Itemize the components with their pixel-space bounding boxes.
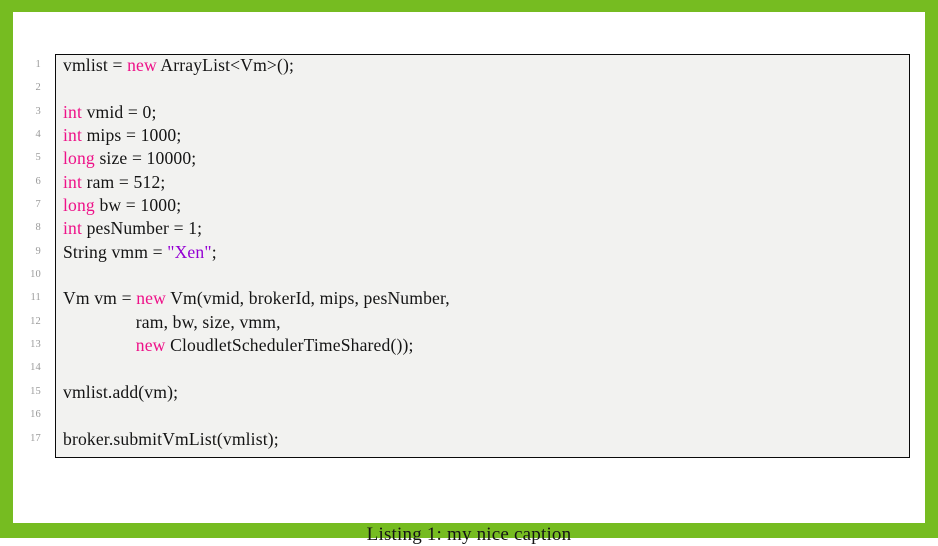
code-line: 4 int mips = 1000; — [0, 124, 938, 147]
code-keyword: new — [135, 335, 166, 356]
code-text: ArrayList<Vm>(); — [156, 55, 295, 75]
code-line-text: int ram = 512; — [63, 171, 165, 194]
code-text: broker.submitVmList(vmlist); — [63, 428, 279, 449]
document-canvas: 1 vmlist = new ArrayList<Vm>(); 2 3 int vmid… — [0, 0, 938, 545]
code-line: 15 vmlist.add(vm); — [0, 381, 938, 404]
code-text: CloudletSchedulerTimeShared()); — [165, 335, 414, 356]
code-line-text: ram, bw, size, vmm, — [63, 311, 281, 334]
code-line-text: broker.submitVmList(vmlist); — [63, 428, 279, 451]
code-text: mips = 1000; — [82, 125, 182, 146]
code-line-number: 14 — [30, 362, 41, 374]
code-line-number: 10 — [30, 269, 41, 281]
code-line-number: 7 — [35, 199, 41, 211]
code-keyword: int — [63, 101, 83, 122]
code-line: 11 Vm vm = new Vm(vmid, brokerId, mips, p… — [0, 287, 938, 310]
code-line-number: 11 — [30, 292, 41, 304]
code-line-number: 2 — [35, 82, 41, 94]
code-line-text: new CloudletSchedulerTimeShared()); — [63, 334, 414, 357]
code-line-text: int vmid = 0; — [63, 101, 157, 124]
code-line: 9 String vmm = "Xen"; — [0, 241, 938, 264]
code-line-text: long size = 10000; — [63, 147, 196, 170]
code-line-number: 17 — [30, 432, 41, 444]
code-keyword: int — [63, 171, 83, 192]
code-text: bw = 1000; — [94, 195, 182, 216]
code-line: 12 ram, bw, size, vmm, — [0, 311, 938, 334]
code-line-number: 12 — [30, 315, 41, 327]
code-text: ; — [211, 241, 217, 262]
code-keyword: new — [136, 288, 166, 309]
code-line: 13 new CloudletSchedulerTimeShared()); — [0, 334, 938, 357]
code-line: 14 — [0, 357, 938, 380]
listing-caption: Listing 1: my nice caption — [366, 524, 572, 545]
code-text: Vm(vmid, brokerId, mips, pesNumber, — [165, 288, 450, 309]
code-line-number: 1 — [35, 59, 41, 70]
code-line: 10 — [0, 264, 938, 287]
code-line-text: int pesNumber = 1; — [63, 217, 202, 240]
code-line-text: Vm vm = new Vm(vmid, brokerId, mips, pes… — [63, 287, 450, 310]
code-keyword: int — [63, 218, 83, 239]
code-text: pesNumber = 1; — [82, 218, 203, 239]
code-line-text: int mips = 1000; — [63, 124, 181, 147]
code-keyword: int — [63, 125, 83, 146]
code-line: 7 long bw = 1000; — [0, 194, 938, 217]
code-text: Vm vm = — [63, 288, 137, 309]
code-line: 3 int vmid = 0; — [0, 101, 938, 124]
code-line-number: 5 — [35, 152, 41, 164]
code-line-number: 6 — [35, 175, 41, 187]
code-line-number: 15 — [30, 385, 41, 397]
code-text: size = 10000; — [94, 148, 197, 169]
code-line-text: long bw = 1000; — [63, 194, 181, 217]
code-keyword: new — [127, 55, 157, 75]
code-line-number: 8 — [35, 222, 41, 234]
code-line-number: 4 — [35, 129, 41, 141]
code-line: 6 int ram = 512; — [0, 171, 938, 194]
code-line: 1 vmlist = new ArrayList<Vm>(); — [0, 54, 938, 77]
code-line: 5 long size = 10000; — [0, 147, 938, 170]
code-line-number: 16 — [30, 409, 41, 421]
code-keyword: long — [63, 195, 95, 216]
code-text: String vmm = — [63, 241, 168, 262]
code-line-number: 13 — [30, 339, 41, 351]
code-keyword: long — [63, 148, 95, 169]
code-line-number: 9 — [35, 245, 41, 257]
code-text: ram, bw, size, vmm, — [63, 311, 281, 332]
code-line: 8 int pesNumber = 1; — [0, 217, 938, 240]
code-text: vmlist.add(vm); — [63, 381, 179, 402]
code-line-text: String vmm = "Xen"; — [63, 241, 217, 264]
code-line: 2 — [0, 77, 938, 100]
code-line: 16 — [0, 404, 938, 427]
code-line-text: vmlist = new ArrayList<Vm>(); — [63, 54, 294, 77]
code-listing-lines: 1 vmlist = new ArrayList<Vm>(); 2 3 int vmid… — [0, 54, 938, 451]
code-line-number: 3 — [35, 105, 41, 117]
code-string: "Xen" — [167, 241, 212, 262]
code-line-text: vmlist.add(vm); — [63, 381, 178, 404]
code-text: ram = 512; — [82, 171, 166, 192]
code-line: 17 broker.submitVmList(vmlist); — [0, 428, 938, 451]
code-text: vmid = 0; — [82, 101, 157, 122]
code-text: vmlist = — [63, 55, 128, 75]
